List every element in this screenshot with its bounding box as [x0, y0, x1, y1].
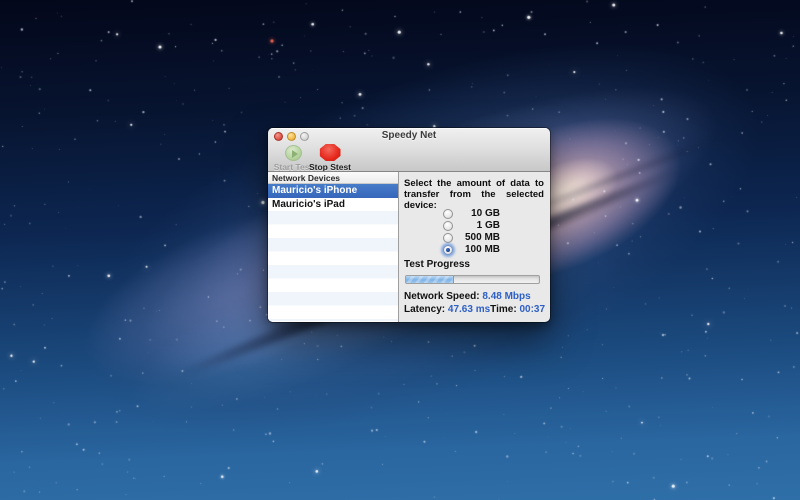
radio-icon [443, 245, 453, 255]
latency-group: Latency: 47.63 ms [404, 304, 490, 315]
test-progress-label: Test Progress [404, 259, 470, 270]
radio-10gb[interactable]: 10 GB [443, 208, 500, 219]
instruction-text: Select the amount of data to transfer fr… [404, 178, 544, 211]
radio-100mb[interactable]: 100 MB [443, 244, 500, 255]
progress-fill [406, 276, 454, 283]
speedy-net-window: Speedy Net Start Test Stop Stest Network… [268, 128, 550, 322]
stop-test-button[interactable]: Stop Stest [307, 144, 353, 172]
latency-label: Latency: [404, 304, 445, 315]
progress-bar [405, 275, 540, 284]
toolbar: Start Test Stop Stest [268, 143, 550, 172]
window-title: Speedy Net [268, 130, 550, 141]
latency-value: 47.63 ms [448, 304, 490, 315]
network-speed-label: Network Speed: [404, 291, 480, 302]
radio-icon [443, 209, 453, 219]
list-item-iphone[interactable]: Mauricio's iPhone [268, 184, 398, 198]
window-content: Network Devices Mauricio's iPhone Mauric… [268, 172, 550, 322]
stop-icon [320, 144, 341, 161]
play-icon [285, 145, 302, 161]
empty-rows [268, 211, 398, 321]
radio-1gb-label: 1 GB [453, 220, 500, 231]
latency-time-line: Latency: 47.63 ms Time: 00:37 [404, 304, 544, 315]
network-speed-value: 8.48 Mbps [482, 291, 530, 302]
device-list-header: Network Devices [268, 172, 398, 184]
radio-100mb-label: 100 MB [453, 244, 500, 255]
device-list: Network Devices Mauricio's iPhone Mauric… [268, 172, 399, 322]
radio-1gb[interactable]: 1 GB [443, 220, 500, 231]
radio-500mb[interactable]: 500 MB [443, 232, 500, 243]
radio-icon [443, 221, 453, 231]
stop-test-label: Stop Stest [309, 162, 351, 172]
network-speed-line: Network Speed: 8.48 Mbps [404, 291, 544, 302]
radio-10gb-label: 10 GB [453, 208, 500, 219]
desktop: Speedy Net Start Test Stop Stest Network… [0, 0, 800, 500]
radio-icon [443, 233, 453, 243]
title-bar[interactable]: Speedy Net [268, 128, 550, 143]
time-label: Time: [490, 304, 517, 315]
time-group: Time: 00:37 [490, 304, 545, 315]
list-item-ipad[interactable]: Mauricio's iPad [268, 198, 398, 212]
time-value: 00:37 [519, 304, 545, 315]
settings-panel: Select the amount of data to transfer fr… [399, 172, 550, 322]
radio-500mb-label: 500 MB [453, 232, 500, 243]
